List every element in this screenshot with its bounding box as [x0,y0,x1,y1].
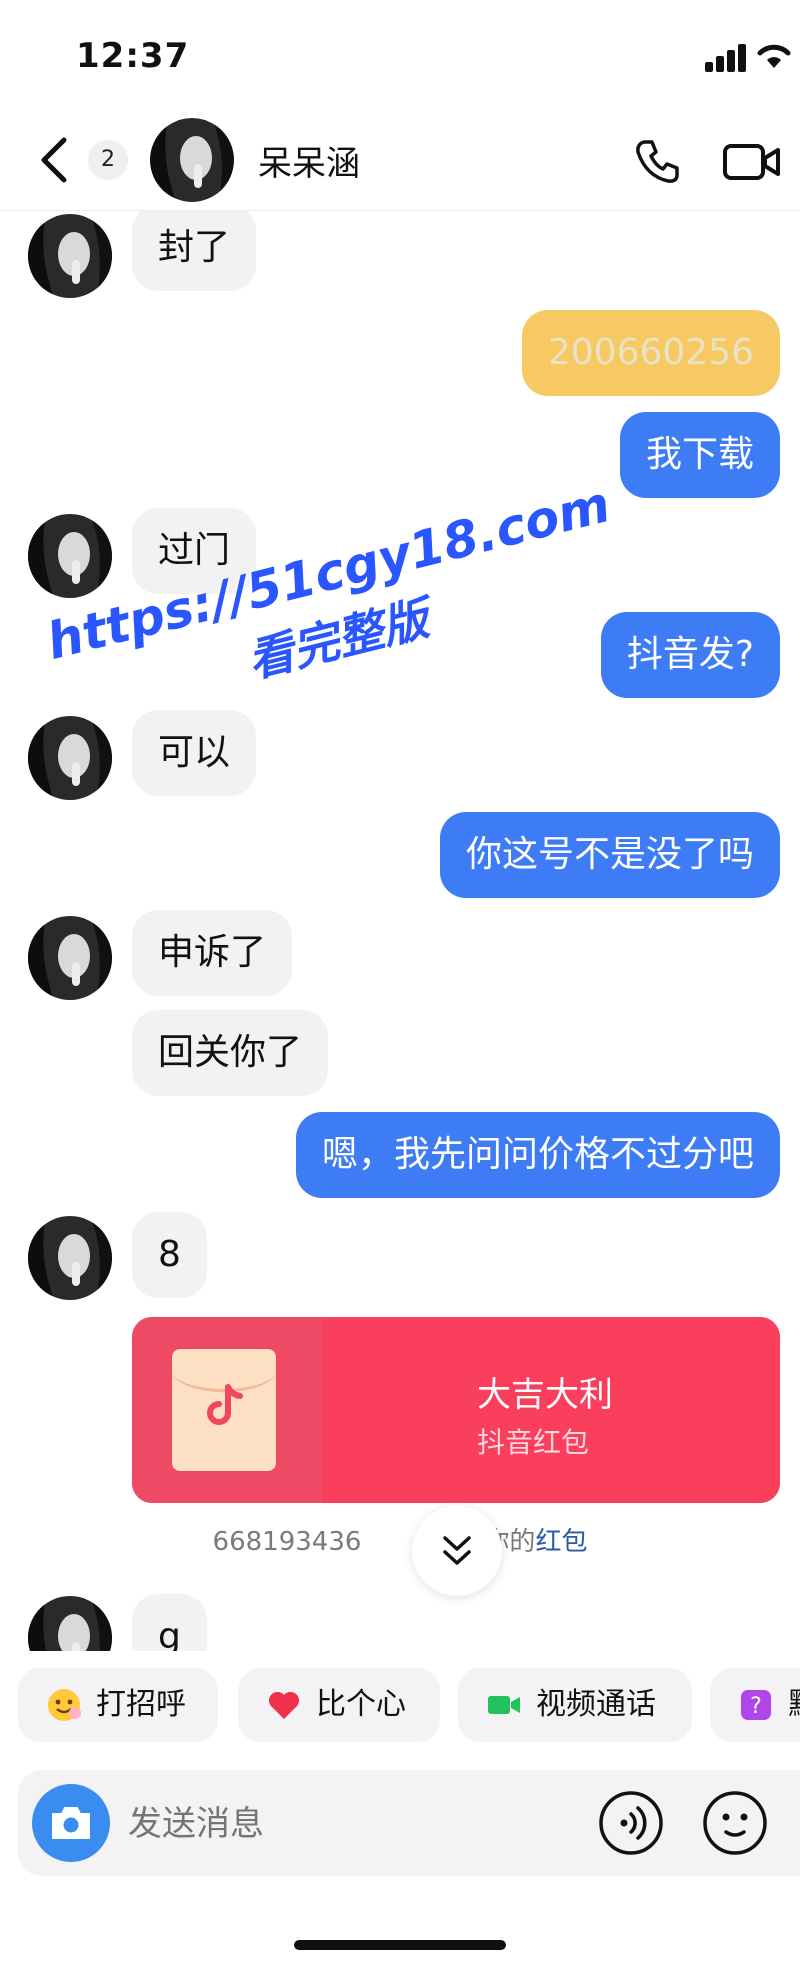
quick-reply-label: 打招呼 [96,1687,186,1722]
message-list[interactable]: 封了 200660256 我下载 过门 抖音发? 可以 你这号不是没了吗 申诉了… [0,211,800,1651]
watermark-url: https://51cgy18.com [41,474,616,671]
quick-reply-label: 默 [788,1668,800,1742]
voice-message-icon[interactable] [598,1790,664,1856]
contact-avatar[interactable] [150,118,234,202]
camera-icon [52,1807,90,1839]
quick-reply-bar: 打招呼 比个心 视频通话 ? 默 [0,1650,800,1760]
sender-avatar[interactable] [28,514,112,598]
outgoing-message[interactable]: 你这号不是没了吗 [439,812,780,898]
double-chevron-down-icon [443,1536,471,1565]
watermark-caption: 看完整版 [242,591,434,689]
red-packet-link[interactable]: 红包 [535,1527,587,1557]
incoming-message[interactable]: g [132,1594,207,1651]
incoming-message[interactable]: 申诉了 [132,910,293,996]
wave-emoji-icon [48,1689,81,1721]
outgoing-message[interactable]: 嗯，我先问问价格不过分吧 [295,1112,780,1198]
wifi-icon [757,44,791,68]
status-bar: 12:37 [0,0,800,110]
video-call-icon[interactable] [722,140,782,184]
phone-call-icon[interactable] [632,136,682,186]
quick-reply-video-call[interactable]: 视频通话 [458,1668,692,1742]
outgoing-message[interactable]: 抖音发? [600,612,780,698]
sender-avatar[interactable] [28,214,112,298]
chat-header: 2 呆呆涵 [0,110,800,211]
quick-reply-label: 视频通话 [536,1687,656,1722]
quick-reply-greet[interactable]: 打招呼 [18,1668,218,1742]
emoji-icon[interactable] [702,1790,768,1856]
red-packet-title: 大吉大利 [477,1375,613,1415]
incoming-message[interactable]: 8 [132,1212,207,1298]
status-time: 12:37 [76,36,190,76]
quick-reply-label: 比个心 [316,1687,406,1722]
svg-text:?: ? [750,1694,762,1719]
red-envelope-icon [172,1349,276,1471]
red-packet-subtitle: 抖音红包 [477,1426,590,1459]
heart-icon [268,1691,300,1719]
incoming-message[interactable]: 可以 [132,710,257,796]
red-packet-card[interactable]: 大吉大利 抖音红包 [132,1317,780,1503]
incoming-message[interactable]: 封了 [132,211,257,291]
cellular-signal-icon [705,44,749,72]
video-camera-icon [488,1696,520,1714]
unread-count-badge: 2 [88,140,128,180]
quick-reply-heart[interactable]: 比个心 [238,1668,440,1742]
back-arrow-icon[interactable] [30,132,80,188]
quick-reply-more[interactable]: ? 默 [710,1668,800,1742]
question-icon: ? [741,1690,771,1720]
camera-button[interactable] [32,1784,110,1862]
system-notice: 668193436取了你的红包 [0,1521,800,1558]
home-indicator [294,1940,506,1950]
message-input[interactable] [126,1770,580,1878]
contact-name[interactable]: 呆呆涵 [258,136,360,185]
sender-avatar[interactable] [28,716,112,800]
outgoing-message[interactable]: 我下载 [619,412,780,498]
outgoing-message-redacted[interactable]: 200660256 [521,310,780,396]
system-notice-user: 668193436 [212,1527,362,1557]
message-input-bar [18,1770,800,1878]
incoming-message[interactable]: 回关你了 [132,1010,329,1096]
sender-avatar[interactable] [28,916,112,1000]
incoming-message[interactable]: 过门 [132,508,257,594]
sender-avatar[interactable] [28,1216,112,1300]
sender-avatar[interactable] [28,1596,112,1651]
scroll-to-bottom-button[interactable] [412,1506,502,1596]
